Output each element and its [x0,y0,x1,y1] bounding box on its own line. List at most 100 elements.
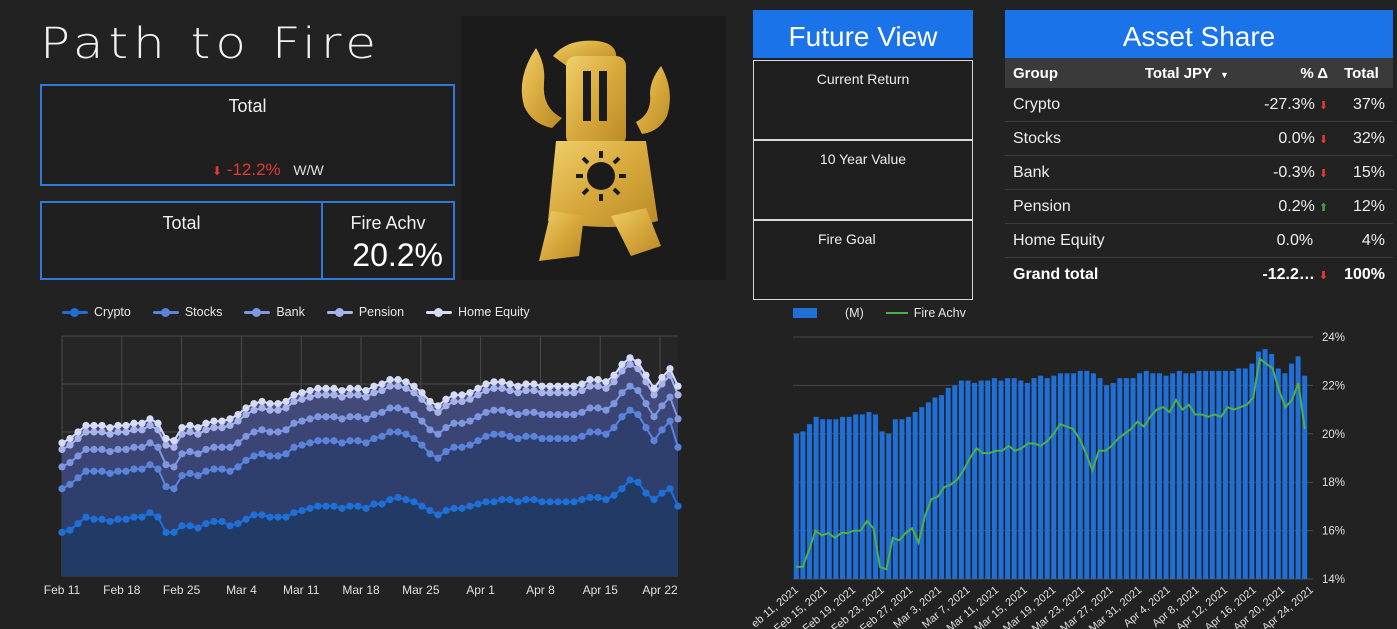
data-point[interactable] [490,378,498,386]
data-point[interactable] [626,382,634,390]
data-point[interactable] [634,358,642,366]
data-point[interactable] [226,421,234,430]
data-point[interactable] [666,365,674,373]
data-point[interactable] [554,382,562,390]
data-point[interactable] [394,382,402,390]
data-point[interactable] [458,443,466,451]
data-point[interactable] [338,415,346,423]
data-point[interactable] [562,410,570,419]
data-point[interactable] [122,445,130,454]
data-point[interactable] [642,489,650,497]
data-point[interactable] [218,443,226,451]
bar[interactable] [1203,370,1209,579]
data-point[interactable] [370,382,378,390]
data-point[interactable] [394,493,402,502]
data-point[interactable] [210,465,218,473]
data-point[interactable] [402,430,410,438]
bar[interactable] [1209,370,1215,579]
data-point[interactable] [506,432,514,440]
data-point[interactable] [370,389,378,397]
data-point[interactable] [466,502,474,510]
data-point[interactable] [674,382,682,390]
data-point[interactable] [274,513,282,521]
data-point[interactable] [546,389,554,397]
data-point[interactable] [594,428,602,436]
data-point[interactable] [162,441,170,449]
data-point[interactable] [274,400,282,408]
data-point[interactable] [146,415,154,423]
data-point[interactable] [514,382,522,390]
data-point[interactable] [106,469,114,478]
data-point[interactable] [626,406,634,414]
bar[interactable] [978,380,984,579]
data-point[interactable] [314,502,322,510]
column-header-total[interactable]: Total [1336,58,1393,88]
data-point[interactable] [98,445,106,454]
data-point[interactable] [218,517,226,526]
bar[interactable] [972,382,978,579]
data-point[interactable] [450,391,458,399]
data-point[interactable] [482,380,490,388]
data-point[interactable] [170,437,178,445]
data-point[interactable] [546,498,554,506]
data-point[interactable] [650,496,658,504]
data-point[interactable] [226,467,234,475]
data-point[interactable] [218,417,226,425]
data-point[interactable] [290,391,298,399]
data-point[interactable] [234,417,242,425]
data-point[interactable] [410,389,418,397]
data-point[interactable] [618,413,626,421]
data-point[interactable] [466,417,474,425]
data-point[interactable] [490,384,498,392]
data-point[interactable] [322,413,330,421]
data-point[interactable] [618,389,626,397]
data-point[interactable] [586,493,594,502]
bar-line-chart[interactable]: 14%16%18%20%22%24%eb 11, 2021Feb 15, 202… [730,326,1397,629]
data-point[interactable] [410,410,418,419]
bar[interactable] [1044,378,1050,579]
bar[interactable] [1262,349,1268,579]
data-point[interactable] [314,384,322,392]
data-point[interactable] [410,498,418,506]
data-point[interactable] [538,389,546,397]
data-point[interactable] [266,406,274,414]
data-point[interactable] [66,458,74,467]
bar[interactable] [1071,373,1077,579]
bar[interactable] [1196,370,1202,579]
data-point[interactable] [578,496,586,504]
data-point[interactable] [346,502,354,510]
data-point[interactable] [298,417,306,425]
data-point[interactable] [538,382,546,390]
data-point[interactable] [458,397,466,406]
bar[interactable] [866,412,872,579]
data-point[interactable] [458,504,466,512]
data-point[interactable] [98,515,106,523]
bar[interactable] [965,380,971,579]
data-point[interactable] [658,489,666,497]
data-point[interactable] [330,437,338,445]
data-point[interactable] [114,421,122,430]
data-point[interactable] [210,517,218,526]
data-point[interactable] [98,467,106,475]
data-point[interactable] [114,428,122,436]
data-point[interactable] [386,428,394,436]
bar[interactable] [820,419,826,579]
bar[interactable] [1163,375,1169,579]
data-point[interactable] [74,520,82,528]
data-point[interactable] [474,391,482,399]
data-point[interactable] [626,476,634,484]
data-point[interactable] [370,410,378,419]
data-point[interactable] [154,513,162,521]
data-point[interactable] [522,432,530,440]
data-point[interactable] [66,480,74,488]
data-point[interactable] [394,404,402,412]
data-point[interactable] [474,437,482,445]
data-point[interactable] [242,456,250,464]
data-point[interactable] [250,452,258,460]
bar[interactable] [793,433,799,579]
bar[interactable] [1242,368,1248,579]
data-point[interactable] [498,430,506,438]
data-point[interactable] [570,434,578,443]
data-point[interactable] [314,413,322,421]
data-point[interactable] [290,443,298,451]
